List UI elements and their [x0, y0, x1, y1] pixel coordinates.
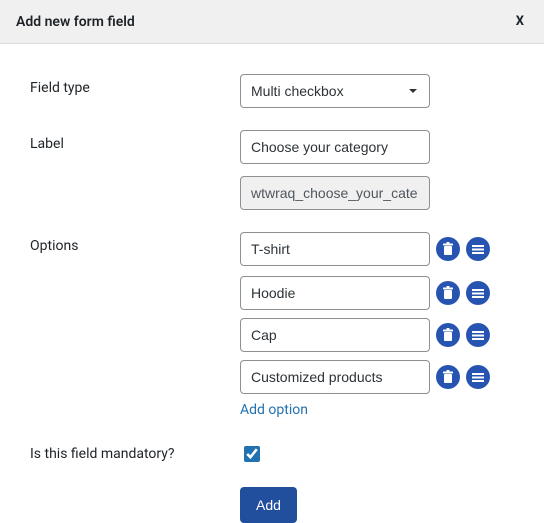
row-label: Label: [30, 130, 514, 164]
trash-icon: [442, 286, 454, 300]
drag-icon: [471, 288, 485, 298]
delete-option-button[interactable]: [436, 237, 460, 261]
option-input-2[interactable]: [240, 318, 430, 352]
row-add-option: Add option: [30, 402, 514, 418]
label-mandatory: Is this field mandatory?: [30, 440, 240, 462]
row-option-2: [30, 318, 514, 352]
label-options: Options: [30, 232, 240, 254]
option-input-0[interactable]: [240, 232, 430, 266]
label-label: Label: [30, 130, 240, 152]
drag-icon: [471, 244, 485, 254]
delete-option-button[interactable]: [436, 365, 460, 389]
option-input-3[interactable]: [240, 360, 430, 394]
add-button[interactable]: Add: [240, 487, 297, 523]
drag-option-button[interactable]: [466, 237, 490, 261]
row-mandatory: Is this field mandatory?: [30, 440, 514, 465]
label-field-type: Field type: [30, 74, 240, 96]
label-input[interactable]: [240, 130, 430, 164]
delete-option-button[interactable]: [436, 281, 460, 305]
slug-input: [240, 176, 430, 210]
drag-icon: [471, 372, 485, 382]
row-field-type: Field type Multi checkbox: [30, 74, 514, 108]
drag-option-button[interactable]: [466, 281, 490, 305]
row-option-3: [30, 360, 514, 394]
modal-title: Add new form field: [16, 14, 135, 30]
row-option-1: [30, 276, 514, 310]
modal-header: Add new form field X: [0, 0, 544, 44]
add-option-link[interactable]: Add option: [240, 402, 308, 418]
close-button[interactable]: X: [512, 12, 528, 31]
trash-icon: [442, 370, 454, 384]
form-body: Field type Multi checkbox Label Options: [0, 44, 544, 523]
option-input-1[interactable]: [240, 276, 430, 310]
row-slug: [30, 176, 514, 210]
row-options-label: Options: [30, 232, 514, 266]
drag-option-button[interactable]: [466, 323, 490, 347]
delete-option-button[interactable]: [436, 323, 460, 347]
field-type-select[interactable]: Multi checkbox: [240, 74, 430, 108]
trash-icon: [442, 328, 454, 342]
mandatory-checkbox[interactable]: [244, 446, 260, 462]
drag-option-button[interactable]: [466, 365, 490, 389]
trash-icon: [442, 242, 454, 256]
row-submit: Add: [30, 487, 514, 523]
drag-icon: [471, 330, 485, 340]
